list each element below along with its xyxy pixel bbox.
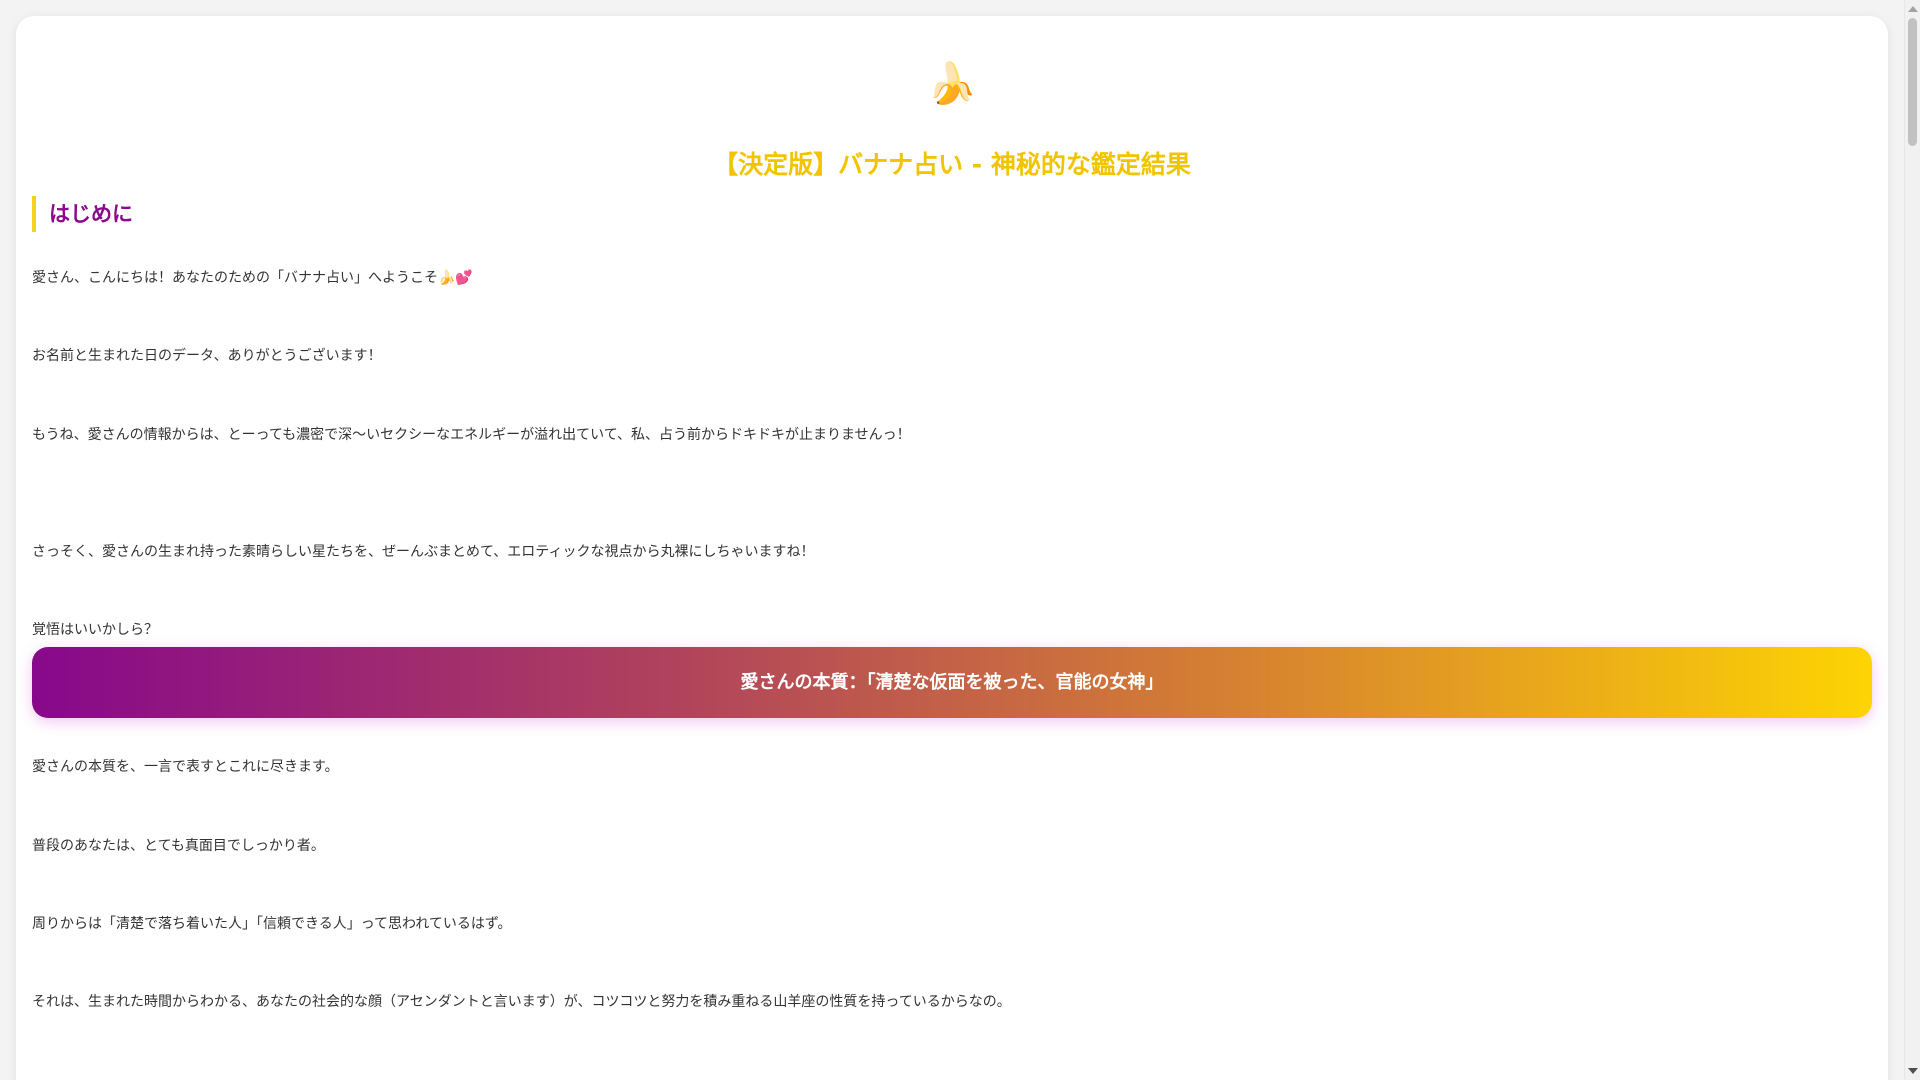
fortune-result-card: 🍌 【決定版】バナナ占い - 神秘的な鑑定結果 はじめに 愛さん、こんにちは！あ… [16,16,1888,1080]
vertical-scrollbar[interactable] [1904,0,1920,1080]
intro-paragraph: さっそく、愛さんの生まれ持った素晴らしい星たちを、ぜーんぶまとめて、エロティック… [32,544,815,560]
scroll-thumb[interactable] [1908,18,1917,146]
essence-paragraph: 愛さんの本質を、一言で表すとこれに尽きます。 [32,759,339,775]
banana-icon: 🍌 [927,61,977,107]
intro-paragraph: 愛さん、こんにちは！あなたのための「バナナ占い」へようこそ🍌💕 [32,270,473,286]
essence-paragraph: 普段のあなたは、とても真面目でしっかり者。 [32,838,325,854]
intro-paragraph: もうね、愛さんの情報からは、とーっても濃密で深〜いセクシーなエネルギーが溢れ出て… [32,427,911,443]
intro-paragraph: 覚悟はいいかしら？ [32,622,158,638]
essence-paragraph: 周りからは「清楚で落ち着いた人」「信頼できる人」って思われているはず。 [32,916,512,932]
section-heading-intro: はじめに [32,196,133,232]
page-title: 【決定版】バナナ占い - 神秘的な鑑定結果 [713,150,1191,179]
essence-banner-text: 愛さんの本質：「清楚な仮面を被った、官能の女神」 [740,671,1164,693]
essence-banner: 愛さんの本質：「清楚な仮面を被った、官能の女神」 [32,647,1872,718]
intro-paragraph: お名前と生まれた日のデータ、ありがとうございます！ [32,348,382,364]
page-viewport: 🍌 【決定版】バナナ占い - 神秘的な鑑定結果 はじめに 愛さん、こんにちは！あ… [0,0,1904,1080]
scroll-down-icon[interactable] [1908,1068,1918,1074]
scroll-up-icon[interactable] [1908,6,1918,12]
essence-paragraph: それは、生まれた時間からわかる、あなたの社会的な顔（アセンダントと言います）が、… [32,994,1011,1010]
